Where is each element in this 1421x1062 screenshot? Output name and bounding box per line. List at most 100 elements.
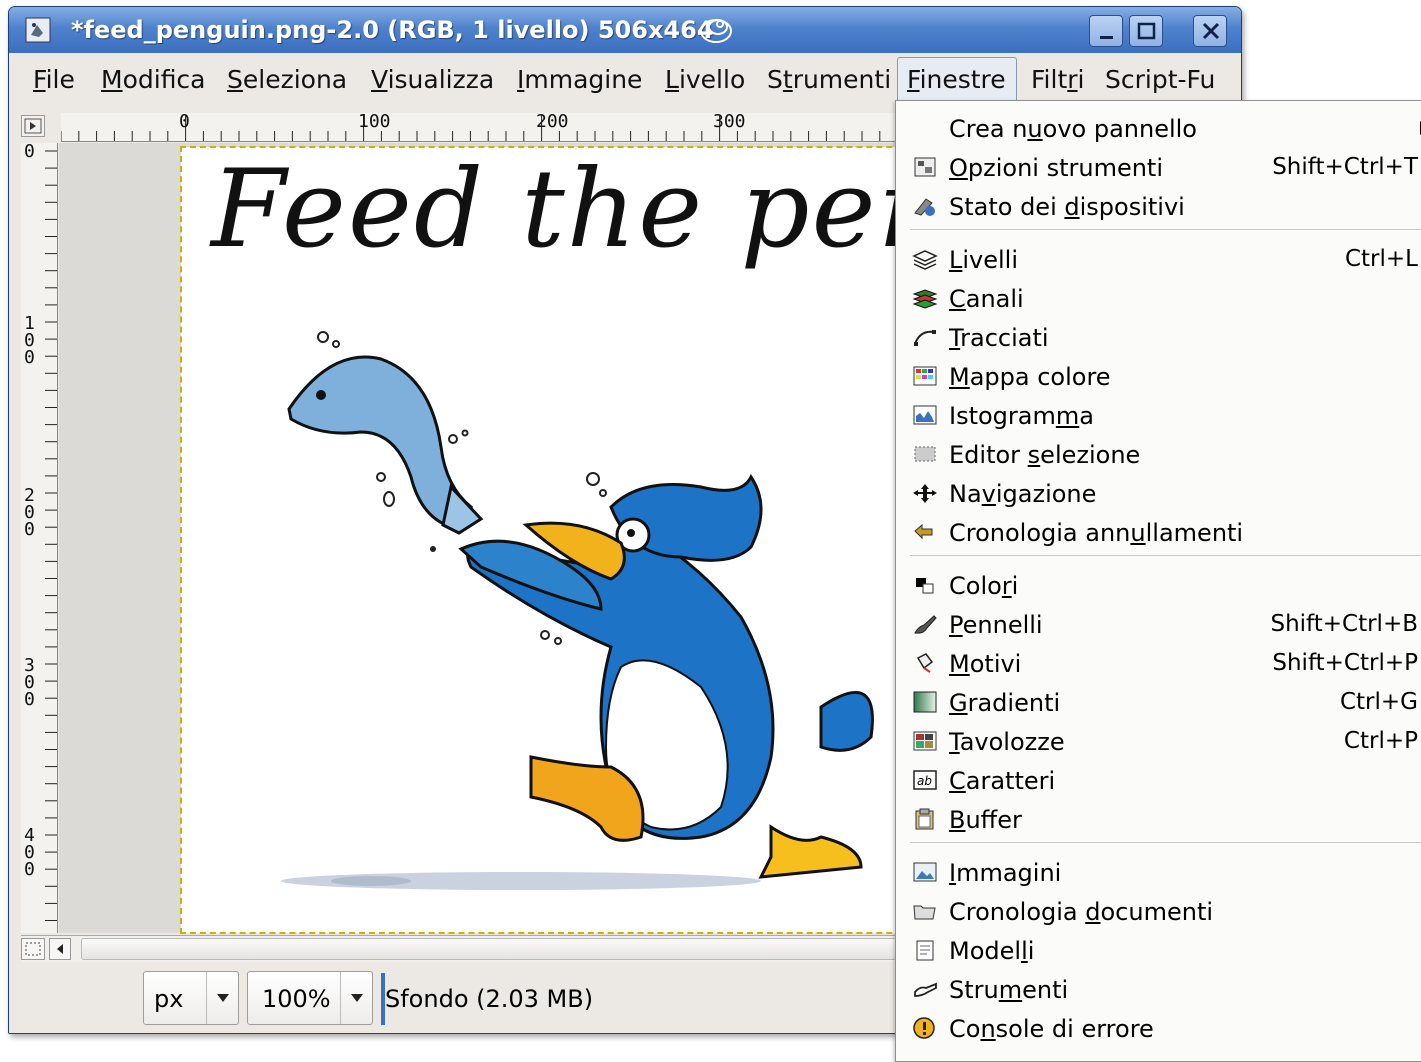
menu-item-canali[interactable]: Canali <box>896 279 1421 317</box>
menu-item-caratteri[interactable]: ab Caratteri <box>896 761 1421 799</box>
menu-strumenti[interactable]: Strumenti <box>767 65 891 94</box>
menu-item-shortcut: Ctrl+P <box>1343 728 1418 754</box>
navigation-icon <box>913 484 937 503</box>
menu-item-tracciati[interactable]: Tracciati <box>896 318 1421 356</box>
ruler-label: 4 0 0 <box>24 825 35 880</box>
menu-item-label: Pennelli <box>949 611 1043 639</box>
menu-visualizza[interactable]: Visualizza <box>371 65 494 94</box>
menu-item-label: Immagini <box>949 859 1062 887</box>
image-canvas[interactable]: Feed the pengu <box>180 146 1090 934</box>
brushes-icon <box>914 615 937 634</box>
menu-item-motivi[interactable]: Motivi Shift+Ctrl+P <box>896 644 1421 682</box>
menu-item-strumenti[interactable]: Strumenti <box>896 970 1421 1008</box>
templates-icon <box>916 940 934 961</box>
menu-item-pennelli[interactable]: Pennelli Shift+Ctrl+B <box>896 605 1421 643</box>
arrow-left-icon <box>57 944 63 954</box>
menu-modifica[interactable]: Modifica <box>101 65 206 94</box>
menu-seleziona[interactable]: Seleziona <box>227 65 347 94</box>
menu-item-livelli[interactable]: Livelli Ctrl+L <box>896 240 1421 278</box>
menu-livello[interactable]: Livello <box>665 65 745 94</box>
gimp-app-icon <box>25 17 51 43</box>
finestre-menu: Crea nuovo pannello Opzioni strumenti Shif… <box>895 100 1421 1062</box>
menu-item-buffer[interactable]: Buffer <box>896 800 1421 838</box>
menu-item-label: Caratteri <box>949 767 1056 795</box>
quick-mask-menu-button[interactable] <box>21 115 45 137</box>
menu-item-gradienti[interactable]: Gradienti Ctrl+G <box>896 683 1421 721</box>
menu-finestre[interactable]: Finestre <box>907 65 1006 94</box>
zoom-value: 100% <box>262 985 331 1013</box>
navigate-icon <box>25 942 41 956</box>
menu-item-shortcut: Shift+Ctrl+T <box>1272 154 1418 180</box>
chevron-down-icon <box>206 972 239 1024</box>
menu-immagine[interactable]: Immagine <box>517 65 642 94</box>
menu-item-console-di-errore[interactable]: Console di errore <box>896 1009 1421 1047</box>
menu-item-shortcut: Shift+Ctrl+P <box>1272 650 1418 676</box>
menu-item-label: Istogramma <box>949 402 1094 430</box>
menu-item-label: Cronologia annullamenti <box>949 519 1244 547</box>
menu-item-opzioni-strumenti[interactable]: Opzioni strumenti Shift+Ctrl+T <box>896 148 1421 186</box>
menu-item-label: Mappa colore <box>949 363 1111 391</box>
menu-script-fu[interactable]: Script-Fu <box>1105 65 1215 94</box>
menu-item-navigazione[interactable]: Navigazione <box>896 474 1421 512</box>
ruler-label: 1 0 0 <box>24 313 35 368</box>
scroll-thumb[interactable] <box>81 938 931 960</box>
menu-item-label: Navigazione <box>949 480 1097 508</box>
colormap-icon <box>913 366 937 386</box>
menu-item-label: Canali <box>949 285 1024 313</box>
play-arrow-icon <box>24 118 42 134</box>
menu-item-colori[interactable]: Colori <box>896 566 1421 604</box>
penguin-illustration <box>281 331 874 890</box>
maximize-button[interactable] <box>1129 15 1163 47</box>
menu-item-tavolozze[interactable]: Tavolozze Ctrl+P <box>896 722 1421 760</box>
menu-item-crea-nuovo-pannello[interactable]: Crea nuovo pannello <box>896 109 1421 147</box>
tools-icon <box>914 982 937 997</box>
horizontal-ruler[interactable]: 0 100 200 300 <box>60 111 961 142</box>
selection-editor-icon <box>914 446 936 462</box>
histogram-icon <box>913 405 937 425</box>
menu-item-label: Colori <box>949 572 1019 600</box>
error-console-icon <box>913 1017 935 1039</box>
horizontal-scrollbar[interactable] <box>21 935 941 962</box>
unit-select[interactable]: px <box>143 971 239 1025</box>
menu-item-label: Gradienti <box>949 689 1061 717</box>
vertical-ruler[interactable]: 0 1 0 0 2 0 0 3 0 0 4 0 0 <box>21 143 58 933</box>
menu-item-label: Editor selezione <box>949 441 1141 469</box>
menu-item-label: Tracciati <box>949 324 1049 352</box>
undo-history-icon <box>914 523 933 540</box>
ruler-label: 0 <box>24 141 35 162</box>
menu-item-editor-selezione[interactable]: Editor selezione <box>896 435 1421 473</box>
menu-item-istogramma[interactable]: Istogramma <box>896 396 1421 434</box>
menu-item-label: Strumenti <box>949 976 1069 1004</box>
menu-item-label: Console di errore <box>949 1015 1154 1043</box>
ruler-label: 300 <box>713 111 746 132</box>
canvas-area[interactable]: Feed the pengu <box>59 143 1090 934</box>
menu-item-label: Motivi <box>949 650 1022 678</box>
menu-item-shortcut: Shift+Ctrl+B <box>1270 611 1418 637</box>
menu-separator <box>910 555 1421 556</box>
ruler-label: 200 <box>536 111 569 132</box>
palettes-icon <box>913 731 937 751</box>
menu-item-cronologia-annullamenti[interactable]: Cronologia annullamenti <box>896 513 1421 551</box>
menu-file[interactable]: File <box>33 65 75 94</box>
menu-item-label: Modelli <box>949 937 1035 965</box>
menu-item-shortcut: Ctrl+L <box>1344 246 1418 272</box>
menu-item-cronologia-documenti[interactable]: Cronologia documenti <box>896 892 1421 930</box>
zoom-select[interactable]: 100% <box>247 971 373 1025</box>
fonts-icon: ab <box>913 770 937 790</box>
channels-icon <box>912 289 938 309</box>
menu-filtri[interactable]: Filtri <box>1031 65 1085 94</box>
minimize-button[interactable] <box>1089 15 1123 47</box>
title-bar[interactable]: *feed_penguin.png-2.0 (RGB, 1 livello) 5… <box>9 7 1241 53</box>
images-icon <box>913 862 937 882</box>
scroll-left-button[interactable] <box>49 938 71 960</box>
menu-item-stato-dei-dispositivi[interactable]: Stato dei dispositivi <box>896 187 1421 225</box>
menu-item-modelli[interactable]: Modelli <box>896 931 1421 969</box>
gradients-icon <box>913 691 937 713</box>
menu-item-immagini[interactable]: Immagini <box>896 853 1421 891</box>
navigate-button[interactable] <box>21 938 45 960</box>
close-button[interactable] <box>1193 15 1227 47</box>
menu-item-mappa-colore[interactable]: Mappa colore <box>896 357 1421 395</box>
menu-item-label: Livelli <box>949 246 1019 274</box>
ruler-label: 2 0 0 <box>24 485 35 540</box>
minimize-icon <box>1100 36 1113 39</box>
